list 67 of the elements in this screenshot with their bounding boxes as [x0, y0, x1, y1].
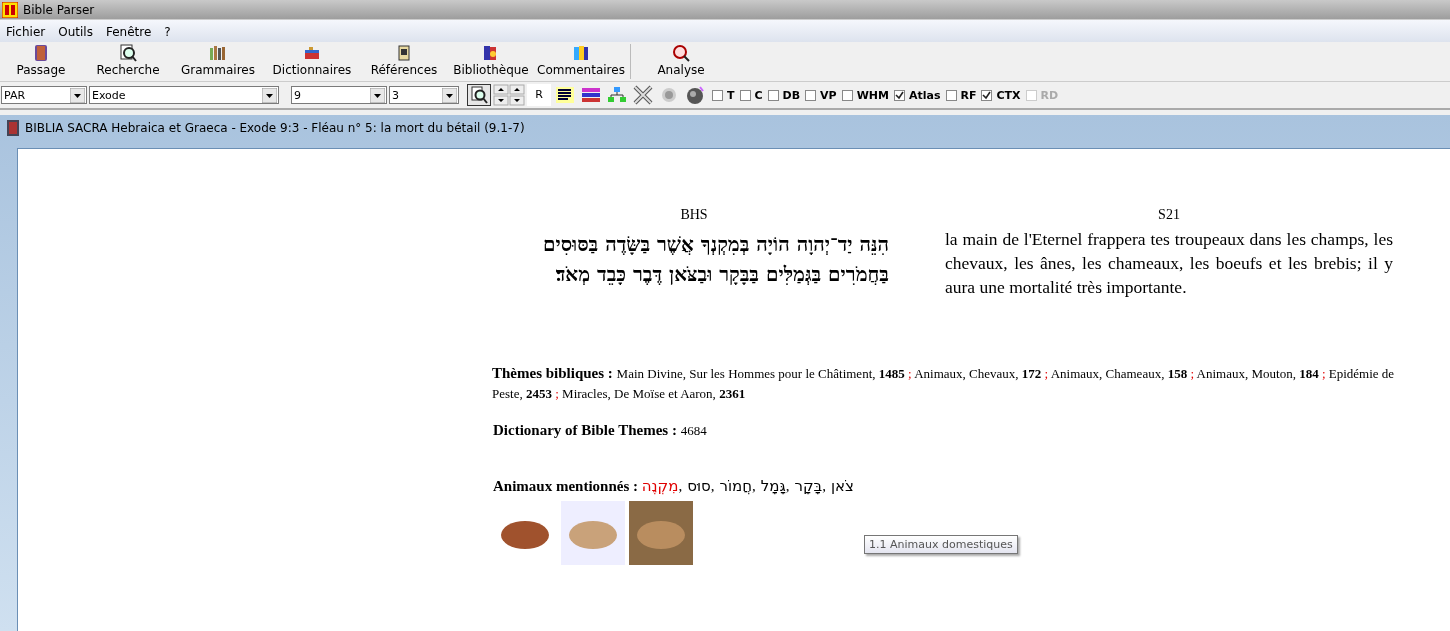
tooltip: 1.1 Animaux domestiques — [864, 535, 1018, 554]
checkbox-label: Atlas — [909, 88, 941, 102]
themes-paragraph: Thèmes bibliques : Main Divine, Sur les Hommes pour le Châtiment, 1485 ; Animaux, Chevaux, 172 ; Animaux, Chameaux, 158 ; Animaux, Mouton, 184 ; Epidémie de Peste, 2453 ; Miracles, De Moïse et Aaron, 2361 — [492, 364, 1396, 403]
checkbox[interactable] — [712, 89, 723, 101]
dictionary-icon — [303, 44, 321, 62]
checkmark-icon — [982, 90, 992, 100]
menu-item[interactable]: Fenêtre — [99, 25, 159, 39]
book-icon — [32, 44, 50, 62]
dropdown-field[interactable]: 9 — [291, 86, 387, 104]
dropdown-arrow-icon — [370, 87, 385, 103]
hebrew-verse-line: בַּחֲמֹרִים בַּגְּמַלִּים בַּבָּקָר וּבַצֹּאן דֶּבֶר כָּבֵד מְאֹד׃ — [554, 261, 890, 288]
disc-icon[interactable] — [685, 85, 705, 105]
toolbar-button[interactable]: Références — [362, 44, 446, 81]
checkbox[interactable] — [841, 89, 853, 101]
app-logo-icon — [2, 1, 18, 18]
checkbox-label: RD — [1040, 88, 1059, 102]
spin-arrows-icon[interactable] — [493, 84, 525, 106]
dropdown-arrow-icon — [442, 87, 457, 103]
dropdown-field[interactable]: Exode — [89, 86, 279, 104]
toolbar-button[interactable]: Dictionnaires — [262, 44, 362, 81]
hebrew-verse-line: הִנֵּה יַד־יְהוָה הוֹיָה בְּמִקְנְךָ אֲשֶׁר בַּשָּׂדֶה בַּסּוּסִים — [541, 231, 890, 258]
books-icon — [209, 44, 227, 62]
magnifier-icon — [119, 44, 137, 62]
column-heading: S21 — [1157, 207, 1181, 223]
toolbar-button[interactable]: Passage — [0, 44, 82, 81]
dropdown-field[interactable]: PAR — [1, 86, 87, 104]
dictionary-line: Dictionary of Bible Themes : 4684 — [493, 422, 708, 439]
verse-text: la main de l'Eternel frappera tes troupeaux dans les champs, les chevaux, les ânes, les chameaux, les boeufs et les brebis; il y aura une mortalité très importante. — [945, 228, 1393, 299]
checkbox[interactable] — [894, 89, 905, 101]
photo-placeholder — [629, 501, 693, 565]
checkbox[interactable] — [805, 89, 817, 101]
menu-item[interactable]: ? — [158, 25, 178, 39]
checkbox-label: WHM — [856, 88, 889, 102]
checkbox-label: VP — [820, 88, 837, 102]
checkbox[interactable] — [739, 89, 751, 101]
books-icon[interactable] — [581, 85, 601, 105]
column-heading: BHS — [679, 207, 709, 223]
checkbox-label: C — [754, 88, 763, 102]
scroll-icon — [395, 44, 413, 62]
search-icon[interactable] — [470, 86, 488, 104]
books-icon — [572, 44, 590, 62]
document-title: BIBLIA SACRA Hebraica et Graeca - Exode 9:3 - Fléau n° 5: la mort du bétail (9.1-7) — [25, 121, 525, 135]
checkbox[interactable] — [767, 89, 779, 101]
window-title: Bible Parser — [23, 2, 95, 17]
dropdown-field[interactable]: 3 — [389, 86, 459, 104]
option-button[interactable]: R — [527, 84, 551, 106]
checkbox-label: CTX — [996, 88, 1021, 102]
toolbar-button[interactable]: Analyse — [641, 44, 721, 81]
checkbox[interactable] — [981, 89, 993, 101]
dropdown-arrow-icon — [262, 87, 277, 103]
tree-icon[interactable] — [607, 85, 627, 105]
checkbox-label: DB — [782, 88, 801, 102]
menu-item[interactable]: Fichier — [0, 25, 53, 39]
checkmark-icon — [895, 90, 904, 100]
toolbar-button[interactable]: Bibliothèque — [446, 44, 536, 81]
checkbox-label: T — [727, 88, 735, 102]
toolbar-button[interactable]: Grammaires — [174, 44, 262, 81]
menu-item[interactable]: Outils — [52, 25, 100, 39]
photo-placeholder — [561, 501, 625, 565]
magnifier-icon — [672, 44, 690, 62]
list-icon[interactable] — [555, 85, 575, 105]
checkbox-label: RF — [960, 88, 977, 102]
toolbar-button[interactable]: Recherche — [82, 44, 174, 81]
dropdown-arrow-icon — [70, 87, 85, 103]
checkbox[interactable] — [945, 89, 957, 101]
bible-icon — [6, 120, 20, 136]
toolbar-button[interactable]: Commentaires — [536, 44, 626, 81]
